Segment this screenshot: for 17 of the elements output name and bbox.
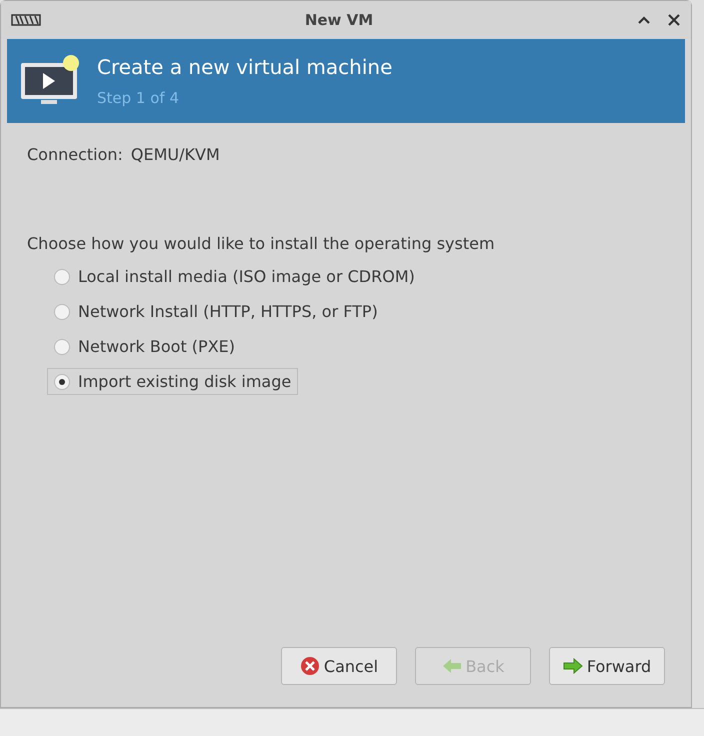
install-option[interactable]: Network Boot (PXE)	[47, 333, 242, 360]
install-prompt: Choose how you would like to install the operating system	[27, 234, 496, 253]
install-option[interactable]: Local install media (ISO image or CDROM)	[47, 263, 422, 290]
connection-label: Connection:	[27, 145, 123, 164]
app-logo-icon	[11, 13, 41, 27]
step-indicator: Step 1 of 4	[97, 89, 180, 107]
close-icon[interactable]	[667, 13, 681, 27]
wizard-title: Create a new virtual machine	[97, 55, 392, 79]
forward-button[interactable]: Forward	[549, 647, 665, 685]
cancel-icon	[300, 656, 320, 676]
install-option[interactable]: Import existing disk image	[47, 368, 298, 395]
right-arrow-icon	[562, 658, 583, 674]
connection-value: QEMU/KVM	[130, 145, 220, 164]
install-option[interactable]: Network Install (HTTP, HTTPS, or FTP)	[47, 298, 385, 325]
cancel-button[interactable]: Cancel	[281, 647, 397, 685]
window-title: New VM	[304, 11, 374, 29]
left-arrow-icon	[442, 658, 462, 674]
